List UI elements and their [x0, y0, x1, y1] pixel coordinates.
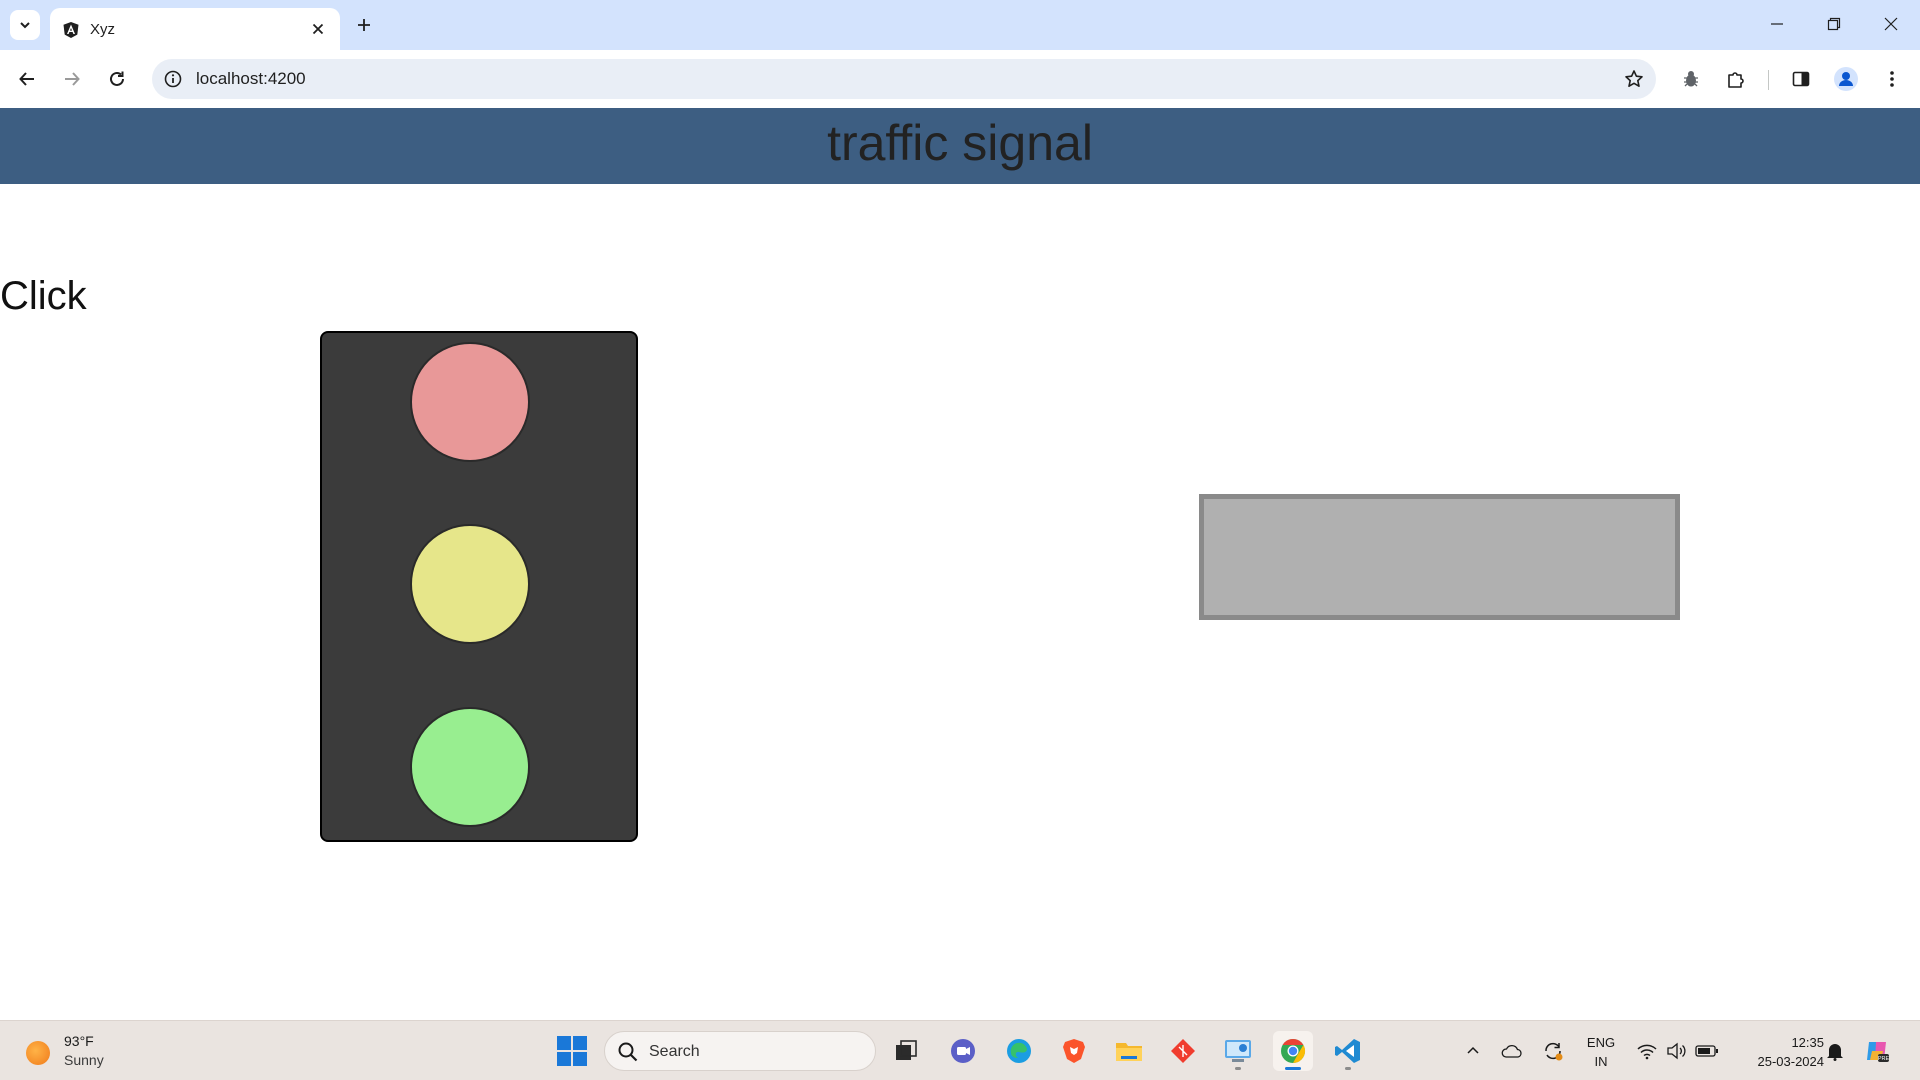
cloud-icon — [1501, 1045, 1522, 1058]
traffic-signal — [320, 331, 638, 842]
click-label[interactable]: Click — [0, 274, 87, 319]
tab-title: Xyz — [90, 21, 116, 38]
page-title: traffic signal — [827, 115, 1093, 171]
site-info-icon — [164, 70, 182, 88]
volume-icon — [1667, 1042, 1686, 1060]
input-language-indicator[interactable]: ENG IN — [1584, 1033, 1618, 1071]
yellow-light[interactable] — [410, 524, 530, 644]
vscode-button[interactable] — [1328, 1031, 1368, 1071]
menu-button[interactable] — [1877, 64, 1907, 94]
clock-date: 25-03-2024 — [1757, 1054, 1825, 1069]
copilot-button[interactable]: PRE — [1864, 1038, 1890, 1064]
sync-icon — [1545, 1042, 1563, 1061]
task-view-button[interactable] — [886, 1031, 926, 1071]
clock[interactable]: 12:35 25-03-2024 — [1734, 1033, 1825, 1071]
site-info-button[interactable] — [162, 68, 184, 90]
battery-icon — [1695, 1045, 1718, 1057]
browser-tab-strip: Xyz — [0, 0, 1920, 50]
language-region: IN — [1594, 1054, 1608, 1069]
teams-icon — [951, 1039, 975, 1063]
extension-bug-button[interactable] — [1676, 64, 1706, 94]
chevron-up-icon — [1467, 1046, 1479, 1054]
file-explorer-icon — [1116, 1043, 1142, 1061]
extensions-puzzle-icon — [1728, 72, 1744, 88]
angular-icon — [63, 22, 79, 38]
forward-button[interactable] — [56, 63, 88, 95]
edge-icon — [1007, 1039, 1031, 1063]
battery-button[interactable] — [1694, 1038, 1720, 1064]
result-display-box — [1199, 494, 1680, 620]
app-header: traffic signal — [0, 108, 1920, 184]
bookmark-button[interactable] — [1622, 67, 1646, 91]
weather-widget[interactable]: 93°F Sunny — [26, 1033, 136, 1071]
bell-icon — [1827, 1044, 1843, 1061]
volume-button[interactable] — [1664, 1038, 1690, 1064]
weather-temperature: 93°F — [64, 1033, 94, 1049]
tab-search-button[interactable] — [10, 10, 40, 40]
teams-button[interactable] — [943, 1031, 983, 1071]
browser-toolbar: localhost:4200 — [0, 50, 1920, 108]
minimize-icon — [1771, 23, 1783, 25]
notifications-button[interactable] — [1822, 1038, 1848, 1064]
new-tab-button[interactable] — [350, 11, 378, 39]
taskbar-search[interactable]: Search — [604, 1031, 876, 1071]
chrome-button[interactable] — [1273, 1031, 1313, 1071]
control-panel-button[interactable] — [1218, 1031, 1258, 1071]
back-button[interactable] — [11, 63, 43, 95]
weather-condition: Sunny — [64, 1052, 104, 1068]
start-button[interactable] — [556, 1035, 588, 1067]
onedrive-button[interactable] — [1499, 1038, 1525, 1064]
close-icon — [312, 23, 324, 35]
windows-logo-icon — [557, 1036, 571, 1050]
reload-icon — [110, 71, 124, 86]
control-panel-icon — [1225, 1040, 1251, 1062]
side-panel-icon — [1792, 71, 1810, 87]
task-view-icon — [896, 1040, 917, 1060]
plus-icon — [358, 19, 370, 31]
extension-bug-icon — [1684, 71, 1698, 87]
edge-button[interactable] — [999, 1031, 1039, 1071]
forward-icon — [65, 72, 80, 86]
language-code: ENG — [1586, 1035, 1616, 1050]
sun-icon — [26, 1041, 50, 1065]
restore-icon — [1827, 17, 1841, 31]
green-light[interactable] — [410, 707, 530, 827]
git-icon — [1171, 1039, 1195, 1063]
extensions-button[interactable] — [1721, 64, 1751, 94]
reload-button[interactable] — [101, 63, 133, 95]
profile-icon — [1834, 67, 1858, 91]
wifi-icon — [1637, 1044, 1657, 1060]
chevron-down-icon — [20, 22, 30, 29]
git-button[interactable] — [1163, 1031, 1203, 1071]
minimize-button[interactable] — [1757, 9, 1797, 39]
restore-button[interactable] — [1814, 9, 1854, 39]
vscode-icon — [1335, 1039, 1360, 1063]
clock-time: 12:35 — [1791, 1035, 1824, 1050]
back-icon — [19, 72, 34, 86]
brave-button[interactable] — [1054, 1031, 1094, 1071]
window-close-button[interactable] — [1871, 9, 1911, 39]
chrome-icon — [1281, 1039, 1306, 1063]
url-text[interactable]: localhost:4200 — [196, 69, 306, 89]
copilot-icon: PRE — [1867, 1042, 1890, 1062]
side-panel-button[interactable] — [1786, 64, 1816, 94]
toolbar-divider — [1768, 70, 1769, 90]
tab-close-button[interactable] — [306, 17, 330, 41]
profile-button[interactable] — [1831, 64, 1861, 94]
browser-tab[interactable]: Xyz — [50, 8, 340, 50]
address-bar[interactable]: localhost:4200 — [152, 59, 1656, 99]
wifi-button[interactable] — [1634, 1038, 1660, 1064]
taskbar: 93°F Sunny Search ENG IN 12:35 25-03-202… — [0, 1020, 1920, 1080]
svg-text:PRE: PRE — [1878, 1056, 1890, 1062]
show-hidden-icons-button[interactable] — [1460, 1038, 1486, 1064]
bookmark-star-icon — [1625, 70, 1643, 87]
search-placeholder: Search — [649, 1043, 700, 1060]
sync-button[interactable] — [1540, 1038, 1566, 1064]
brave-icon — [1063, 1039, 1085, 1063]
search-icon — [618, 1042, 638, 1062]
menu-icon — [1890, 71, 1894, 87]
red-light[interactable] — [410, 342, 530, 462]
close-icon — [1884, 17, 1898, 31]
file-explorer-button[interactable] — [1109, 1031, 1149, 1071]
